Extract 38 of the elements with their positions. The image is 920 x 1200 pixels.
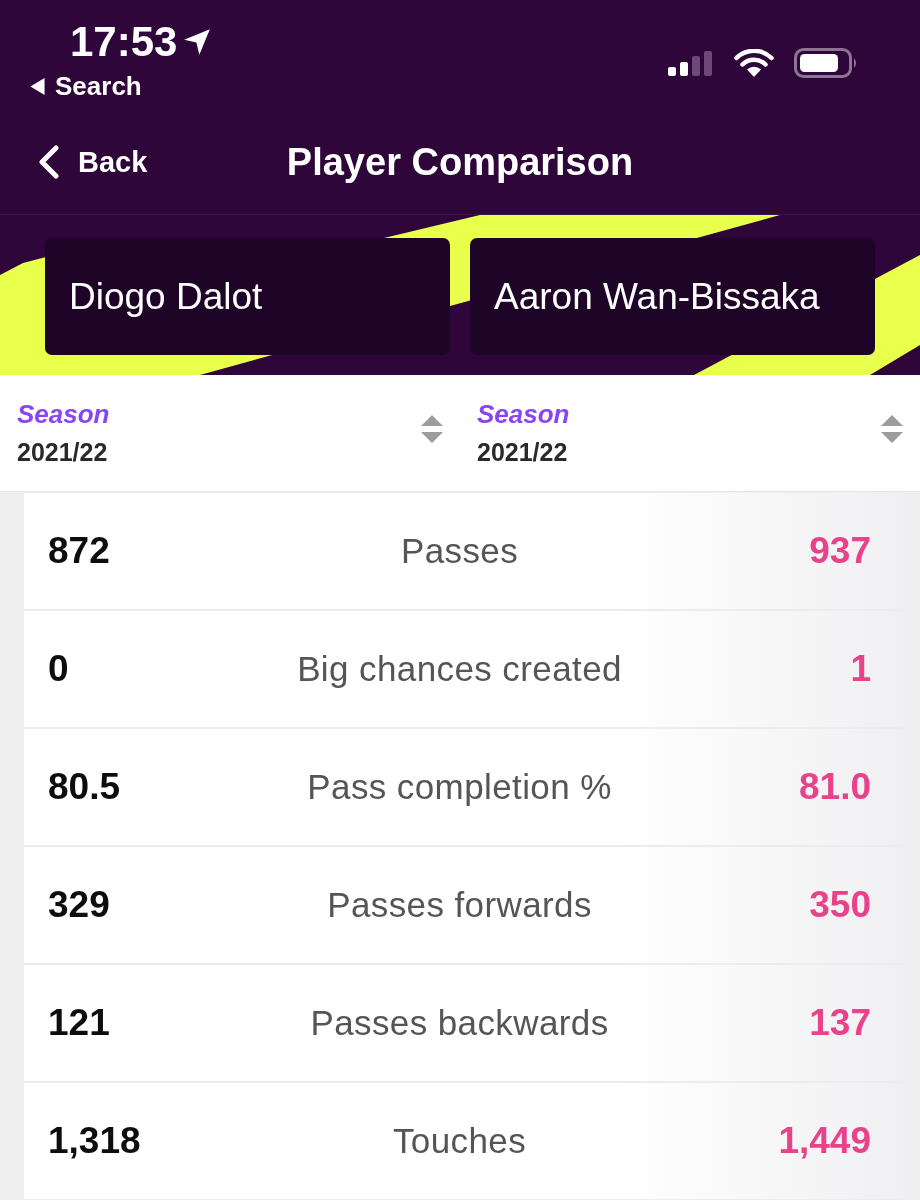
player-two-value: 81.0 (799, 766, 871, 808)
player-two-value: 1,449 (778, 1120, 871, 1162)
player-one-value: 121 (48, 1002, 110, 1044)
season-value: 2021/22 (17, 437, 109, 467)
season-selector[interactable]: Season 2021/22 (0, 375, 460, 491)
page-title: Player Comparison (286, 140, 634, 184)
player-one-value: 80.5 (48, 766, 120, 808)
season-label: Season (477, 399, 570, 429)
stat-label: Touches (392, 1121, 527, 1161)
back-to-app-link[interactable]: Search (30, 70, 212, 102)
player-two-value: 1 (850, 648, 871, 690)
battery-icon (794, 48, 858, 78)
player-one-value: 0 (48, 648, 69, 690)
player-one-value: 329 (48, 884, 110, 926)
season-label: Season (17, 399, 110, 429)
season-value: 2021/22 (477, 437, 569, 467)
stat-label: Pass completion % (307, 767, 612, 807)
stat-label: Big chances created (297, 649, 622, 689)
player-selector[interactable]: Diogo Dalot (45, 238, 450, 355)
stat-label: Passes forwards (327, 885, 592, 925)
player-two-value: 350 (809, 884, 871, 926)
left-triangle-icon (30, 77, 45, 95)
wifi-icon (734, 49, 774, 77)
player-one-value: 872 (48, 530, 110, 572)
sort-arrows-icon (881, 415, 903, 443)
signal-icon (668, 50, 714, 76)
stat-label: Passes (400, 531, 519, 571)
player-selector[interactable]: Aaron Wan-Bissaka (470, 238, 875, 355)
status-time: 17:53 (70, 18, 178, 66)
season-selector[interactable]: Season 2021/22 (460, 375, 920, 491)
stat-label: Passes backwards (310, 1003, 609, 1043)
back-button[interactable]: Back (38, 145, 148, 179)
player-two-value: 137 (809, 1002, 871, 1044)
chevron-left-icon (38, 145, 60, 179)
player-one-value: 1,318 (48, 1120, 141, 1162)
location-arrow-icon (183, 28, 212, 56)
sort-arrows-icon (421, 415, 443, 443)
player-two-value: 937 (809, 530, 871, 572)
